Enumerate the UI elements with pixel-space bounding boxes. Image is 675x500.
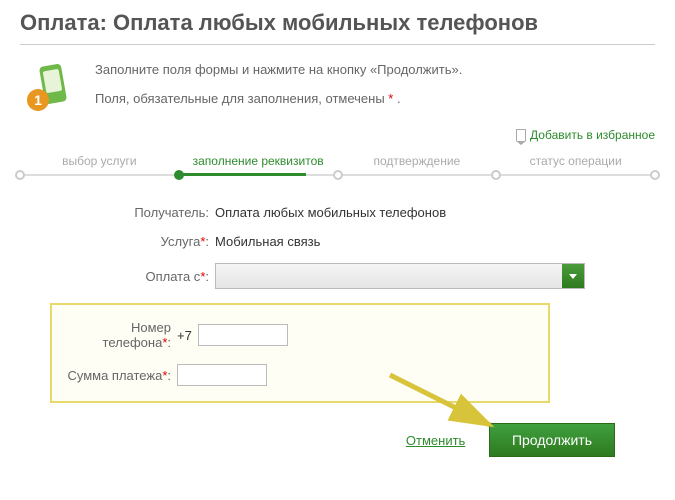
amount-input[interactable] [177,364,267,386]
instruction-line2: Поля, обязательные для заполнения, отмеч… [95,89,655,110]
page-title: Оплата: Оплата любых мобильных телефонов [20,10,655,45]
payfrom-select[interactable] [215,263,585,289]
cancel-link[interactable]: Отменить [406,433,465,448]
highlighted-fields: Номер телефона*: +7 Сумма платежа*: [50,303,550,403]
continue-button[interactable]: Продолжить [489,423,615,457]
svg-text:1: 1 [34,92,42,108]
add-favorite-link[interactable]: Добавить в избранное [516,128,655,142]
recipient-label: Получатель: [100,205,215,220]
chevron-down-icon [562,264,584,288]
recipient-value: Оплата любых мобильных телефонов [215,205,446,220]
step-confirm: подтверждение [338,154,497,180]
instructions: Заполните поля формы и нажмите на кнопку… [95,60,655,118]
phone-input[interactable] [198,324,288,346]
phone-payment-icon: 1 [20,60,80,118]
progress-steps: выбор услуги заполнение реквизитов подтв… [20,154,655,180]
amount-label: Сумма платежа*: [62,368,177,383]
step-fill-details: заполнение реквизитов [179,154,338,180]
bookmark-icon [516,129,526,141]
step-status: статус операции [496,154,655,180]
phone-label: Номер телефона*: [62,320,177,350]
phone-prefix: +7 [177,328,192,343]
step-select-service: выбор услуги [20,154,179,180]
payfrom-label: Оплата с*: [100,269,215,284]
payment-form: Получатель: Оплата любых мобильных телеф… [20,205,655,403]
service-value: Мобильная связь [215,234,320,249]
service-label: Услуга*: [100,234,215,249]
form-actions: Отменить Продолжить [20,423,655,457]
header-row: 1 Заполните поля формы и нажмите на кноп… [20,60,655,118]
instruction-line1: Заполните поля формы и нажмите на кнопку… [95,60,655,81]
